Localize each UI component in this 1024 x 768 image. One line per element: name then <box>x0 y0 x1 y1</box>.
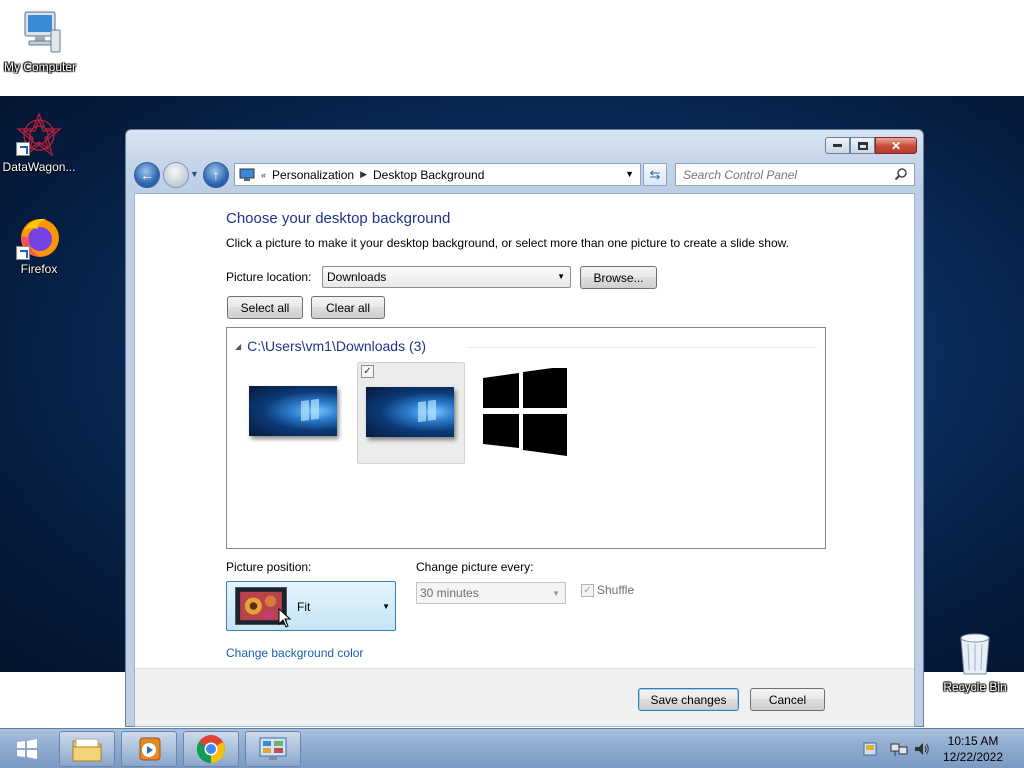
collapse-triangle-icon[interactable]: ◢ <box>235 342 241 351</box>
chevron-down-icon: ▼ <box>190 169 199 179</box>
desktop-icon-label: Recycle Bin <box>943 680 1007 694</box>
taskbar-file-explorer[interactable] <box>59 731 115 767</box>
dialog-footer: Save changes Cancel <box>135 668 914 726</box>
change-interval-value: 30 minutes <box>420 586 479 600</box>
item-checkbox[interactable]: ✓ <box>361 365 374 378</box>
picture-location-label: Picture location: <box>226 270 312 284</box>
picture-gallery: ◢ C:\Users\vm1\Downloads (3) ✓ <box>226 327 826 549</box>
desktop-icon-recycle-bin[interactable]: Recycle Bin <box>936 630 1014 694</box>
change-picture-label: Change picture every: <box>416 560 534 574</box>
taskbar-chrome[interactable] <box>183 731 239 767</box>
arrow-left-icon: ← <box>140 167 154 183</box>
start-button[interactable] <box>0 729 54 768</box>
media-player-icon <box>139 737 161 761</box>
gallery-item-1[interactable] <box>241 362 349 464</box>
computer-icon <box>24 11 61 53</box>
control-panel-icon <box>239 168 255 181</box>
picture-position-label: Picture position: <box>226 560 312 574</box>
picture-location-value: Downloads <box>327 270 387 284</box>
up-button[interactable]: ↑ <box>203 162 229 188</box>
select-all-button[interactable]: Select all <box>227 296 303 319</box>
gallery-group-title: C:\Users\vm1\Downloads (3) <box>247 338 427 354</box>
picture-location-select[interactable]: Downloads ▼ <box>322 266 571 288</box>
windows-start-icon <box>17 739 37 759</box>
browse-button[interactable]: Browse... <box>580 266 657 289</box>
checkbox-check-icon: ✓ <box>581 583 594 597</box>
wallpaper-thumbnail <box>366 387 454 437</box>
breadcrumb-separator-icon[interactable]: ▶ <box>360 169 367 180</box>
shortcut-arrow-icon <box>16 142 30 156</box>
search-placeholder: Search Control Panel <box>683 167 798 182</box>
windows-logo-thumbnail[interactable] <box>481 368 569 456</box>
maximize-button[interactable] <box>850 137 875 154</box>
shortcut-arrow-icon <box>16 246 30 260</box>
change-background-color-link[interactable]: Change background color <box>226 646 363 660</box>
shuffle-label: Shuffle <box>597 583 635 597</box>
network-icon[interactable] <box>890 741 908 757</box>
change-interval-select[interactable]: 30 minutes ▼ <box>416 582 566 604</box>
picture-position-select[interactable]: Fit ▼ <box>226 581 396 631</box>
action-center-flag-icon[interactable] <box>862 741 878 757</box>
page-title: Choose your desktop background <box>226 210 451 227</box>
desktop-background-window: ✕ ← → ▼ ↑ « Personalization ▶ Desktop Ba… <box>125 129 924 727</box>
page-subtitle: Click a picture to make it your desktop … <box>226 236 789 250</box>
taskbar-media-player[interactable] <box>121 731 177 767</box>
clock[interactable]: 10:15 AM 12/22/2022 <box>938 733 1008 765</box>
arrow-right-icon: → <box>169 167 183 183</box>
forward-button[interactable]: → <box>163 162 189 188</box>
shuffle-checkbox[interactable]: ✓ Shuffle <box>581 583 634 597</box>
cancel-button[interactable]: Cancel <box>750 688 825 711</box>
chevron-down-icon: ▼ <box>552 589 560 598</box>
back-button[interactable]: ← <box>134 162 160 188</box>
control-panel-icon <box>259 737 287 760</box>
maximize-icon <box>857 141 868 150</box>
address-bar[interactable]: « Personalization ▶ Desktop Background ▼ <box>234 163 641 186</box>
chrome-icon <box>196 735 225 764</box>
chevron-down-icon: ▼ <box>557 272 565 281</box>
desktop-icon-label: My Computer <box>3 60 77 74</box>
search-icon[interactable] <box>894 167 908 181</box>
wallpaper-thumbnail <box>249 386 337 436</box>
recent-pages-dropdown[interactable]: ▼ <box>190 169 200 179</box>
picture-position-value: Fit <box>297 600 311 614</box>
group-divider <box>467 347 817 348</box>
content-pane: Choose your desktop background Click a p… <box>134 193 915 727</box>
gallery-item-2[interactable]: ✓ <box>357 362 465 464</box>
breadcrumb-desktop-background[interactable]: Desktop Background <box>373 168 484 182</box>
desktop-icon-label: DataWagon... <box>2 160 76 174</box>
minimize-button[interactable] <box>825 137 850 154</box>
arrow-up-icon: ↑ <box>212 167 220 183</box>
breadcrumb-overflow-icon[interactable]: « <box>261 170 266 180</box>
desktop-icon-datawagon[interactable]: DataWagon... <box>0 112 78 174</box>
close-button[interactable]: ✕ <box>875 137 917 154</box>
clear-all-button[interactable]: Clear all <box>311 296 385 319</box>
desktop: My Computer DataWagon... Firefox Recycle… <box>0 0 1024 728</box>
recycle-bin-icon <box>960 633 990 675</box>
refresh-button[interactable]: ⇆ <box>643 163 667 186</box>
mouse-cursor-icon <box>278 608 292 628</box>
search-input[interactable]: Search Control Panel <box>675 163 915 186</box>
gallery-group-header[interactable]: ◢ C:\Users\vm1\Downloads (3) <box>235 338 426 354</box>
minimize-icon <box>833 144 842 147</box>
taskbar: 10:15 AM 12/22/2022 <box>0 728 1024 768</box>
taskbar-control-panel[interactable] <box>245 731 301 767</box>
volume-icon[interactable] <box>914 741 930 757</box>
breadcrumb-personalization[interactable]: Personalization <box>272 168 354 182</box>
close-icon: ✕ <box>890 138 902 153</box>
address-dropdown-icon[interactable]: ▼ <box>625 169 634 179</box>
folder-icon <box>72 738 102 762</box>
navigation-bar: ← → ▼ ↑ « Personalization ▶ Desktop Back… <box>134 161 915 189</box>
chevron-down-icon: ▼ <box>382 602 390 611</box>
window-caption-buttons: ✕ <box>825 137 917 154</box>
desktop-icon-label: Firefox <box>20 262 58 276</box>
clock-time: 10:15 AM <box>947 734 999 748</box>
system-tray: 10:15 AM 12/22/2022 <box>844 729 1024 768</box>
desktop-icon-my-computer[interactable]: My Computer <box>1 8 79 74</box>
save-changes-button[interactable]: Save changes <box>638 688 739 711</box>
refresh-icon: ⇆ <box>649 166 661 182</box>
desktop-icon-firefox[interactable]: Firefox <box>0 214 78 276</box>
clock-date: 12/22/2022 <box>942 750 1004 764</box>
